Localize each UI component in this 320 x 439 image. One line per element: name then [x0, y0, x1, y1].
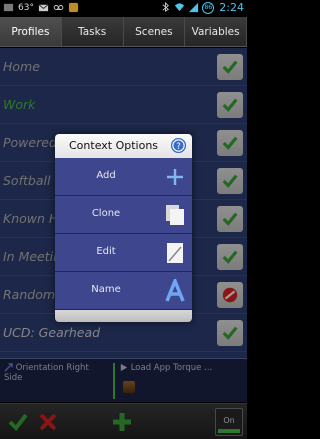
- status-bar: 63° 86 2:24: [0, 0, 247, 17]
- status-right: 86 2:24: [160, 1, 244, 14]
- option-edit[interactable]: Edit: [55, 234, 192, 272]
- letter-a-icon: [165, 279, 185, 302]
- option-label: Name: [91, 284, 121, 295]
- tab-profiles[interactable]: Profiles: [0, 17, 62, 46]
- plus-icon: [167, 169, 183, 185]
- status-left: 63°: [3, 2, 79, 13]
- tasker-notification-icon: [68, 2, 79, 13]
- pencil-page-icon: [167, 243, 183, 263]
- context-options-dialog: Context Options ? Add Clone Edit Name: [55, 134, 192, 322]
- signal-icon: [189, 2, 199, 13]
- option-label: Edit: [96, 246, 116, 257]
- voicemail-icon: [53, 5, 64, 10]
- tab-scenes[interactable]: Scenes: [124, 17, 186, 46]
- tab-variables[interactable]: Variables: [185, 17, 247, 46]
- option-label: Add: [96, 170, 116, 181]
- svg-text:?: ?: [176, 142, 181, 152]
- temperature-label: 63°: [18, 2, 34, 13]
- mail-icon: [38, 4, 49, 12]
- option-name[interactable]: Name: [55, 272, 192, 310]
- bluetooth-icon: [162, 2, 170, 13]
- battery-icon: 86: [202, 1, 215, 14]
- copy-pages-icon: [166, 205, 184, 225]
- option-clone[interactable]: Clone: [55, 196, 192, 234]
- option-add[interactable]: Add: [55, 158, 192, 196]
- dialog-footer: [55, 310, 192, 322]
- sun-weather-icon: [3, 3, 14, 12]
- option-label: Clone: [91, 208, 121, 219]
- dialog-header: Context Options ?: [55, 134, 192, 158]
- dialog-title: Context Options: [69, 139, 159, 152]
- tab-tasks[interactable]: Tasks: [62, 17, 124, 46]
- wifi-icon: [175, 3, 185, 12]
- help-icon[interactable]: ?: [170, 137, 187, 154]
- tab-bar: Profiles Tasks Scenes Variables: [0, 17, 247, 47]
- clock: 2:24: [219, 1, 244, 14]
